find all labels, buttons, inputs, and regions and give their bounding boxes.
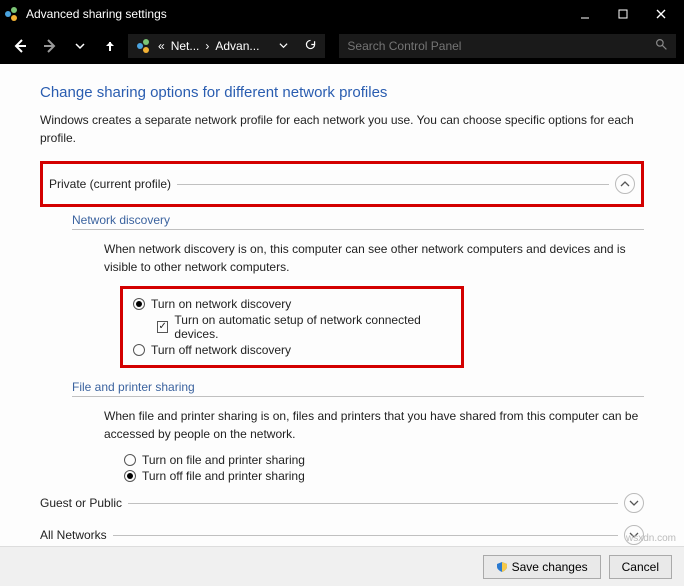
breadcrumb-icon bbox=[136, 38, 152, 54]
close-button[interactable] bbox=[642, 0, 680, 28]
checkbox-icon: ✓ bbox=[157, 321, 168, 333]
radio-icon bbox=[124, 470, 136, 482]
save-label: Save changes bbox=[512, 560, 588, 574]
network-discovery-header: Network discovery bbox=[72, 213, 644, 227]
breadcrumb-prefix: « bbox=[158, 39, 165, 53]
shield-icon bbox=[496, 561, 508, 573]
divider bbox=[72, 229, 644, 230]
recent-dropdown[interactable] bbox=[68, 34, 92, 58]
page-title: Change sharing options for different net… bbox=[40, 84, 644, 101]
divider bbox=[113, 535, 618, 536]
window-title: Advanced sharing settings bbox=[26, 7, 167, 21]
refresh-button[interactable] bbox=[304, 38, 317, 54]
divider bbox=[128, 503, 618, 504]
section-all-label: All Networks bbox=[40, 528, 107, 542]
breadcrumb-item-2[interactable]: Advan... bbox=[215, 39, 259, 53]
save-changes-button[interactable]: Save changes bbox=[483, 555, 601, 579]
section-guest[interactable]: Guest or Public bbox=[40, 493, 644, 513]
section-all-networks[interactable]: All Networks bbox=[40, 525, 644, 545]
search-box[interactable] bbox=[339, 34, 676, 58]
radio-label: Turn off network discovery bbox=[151, 343, 291, 357]
cancel-label: Cancel bbox=[622, 560, 659, 574]
radio-discovery-on[interactable]: Turn on network discovery bbox=[133, 297, 451, 311]
titlebar: Advanced sharing settings bbox=[0, 0, 684, 28]
page-description: Windows creates a separate network profi… bbox=[40, 111, 644, 147]
radio-label: Turn off file and printer sharing bbox=[142, 469, 305, 483]
section-guest-label: Guest or Public bbox=[40, 496, 122, 510]
divider bbox=[177, 184, 609, 185]
radio-icon bbox=[124, 454, 136, 466]
toolbar: « Net... › Advan... bbox=[0, 28, 684, 64]
radio-label: Turn on file and printer sharing bbox=[142, 453, 305, 467]
checkbox-label: Turn on automatic setup of network conne… bbox=[174, 313, 451, 341]
divider bbox=[72, 396, 644, 397]
maximize-button[interactable] bbox=[604, 0, 642, 28]
up-button[interactable] bbox=[98, 34, 122, 58]
radio-fps-on[interactable]: Turn on file and printer sharing bbox=[124, 453, 644, 467]
search-icon[interactable] bbox=[655, 38, 668, 54]
section-private[interactable]: Private (current profile) bbox=[49, 174, 635, 194]
back-button[interactable] bbox=[8, 34, 32, 58]
app-icon bbox=[4, 6, 20, 22]
breadcrumb[interactable]: « Net... › Advan... bbox=[128, 34, 325, 58]
radio-icon bbox=[133, 344, 145, 356]
radio-icon bbox=[133, 298, 145, 310]
radio-fps-off[interactable]: Turn off file and printer sharing bbox=[124, 469, 644, 483]
file-printer-desc: When file and printer sharing is on, fil… bbox=[104, 407, 644, 443]
chevron-right-icon: › bbox=[205, 39, 209, 53]
button-bar: Save changes Cancel bbox=[0, 546, 684, 586]
collapse-button[interactable] bbox=[615, 174, 635, 194]
chevron-down-icon[interactable] bbox=[279, 39, 288, 53]
highlight-box-private: Private (current profile) bbox=[40, 161, 644, 207]
forward-button[interactable] bbox=[38, 34, 62, 58]
network-discovery-desc: When network discovery is on, this compu… bbox=[104, 240, 644, 276]
content-area: Change sharing options for different net… bbox=[0, 64, 684, 557]
minimize-button[interactable] bbox=[566, 0, 604, 28]
radio-label: Turn on network discovery bbox=[151, 297, 291, 311]
checkbox-auto-setup[interactable]: ✓ Turn on automatic setup of network con… bbox=[157, 313, 451, 341]
search-input[interactable] bbox=[347, 39, 655, 53]
watermark: wsxdn.com bbox=[626, 533, 676, 544]
section-private-label: Private (current profile) bbox=[49, 177, 171, 191]
breadcrumb-item-1[interactable]: Net... bbox=[171, 39, 200, 53]
radio-discovery-off[interactable]: Turn off network discovery bbox=[133, 343, 451, 357]
cancel-button[interactable]: Cancel bbox=[609, 555, 672, 579]
expand-button[interactable] bbox=[624, 493, 644, 513]
highlight-box-discovery-options: Turn on network discovery ✓ Turn on auto… bbox=[120, 286, 464, 368]
file-printer-header: File and printer sharing bbox=[72, 380, 644, 394]
